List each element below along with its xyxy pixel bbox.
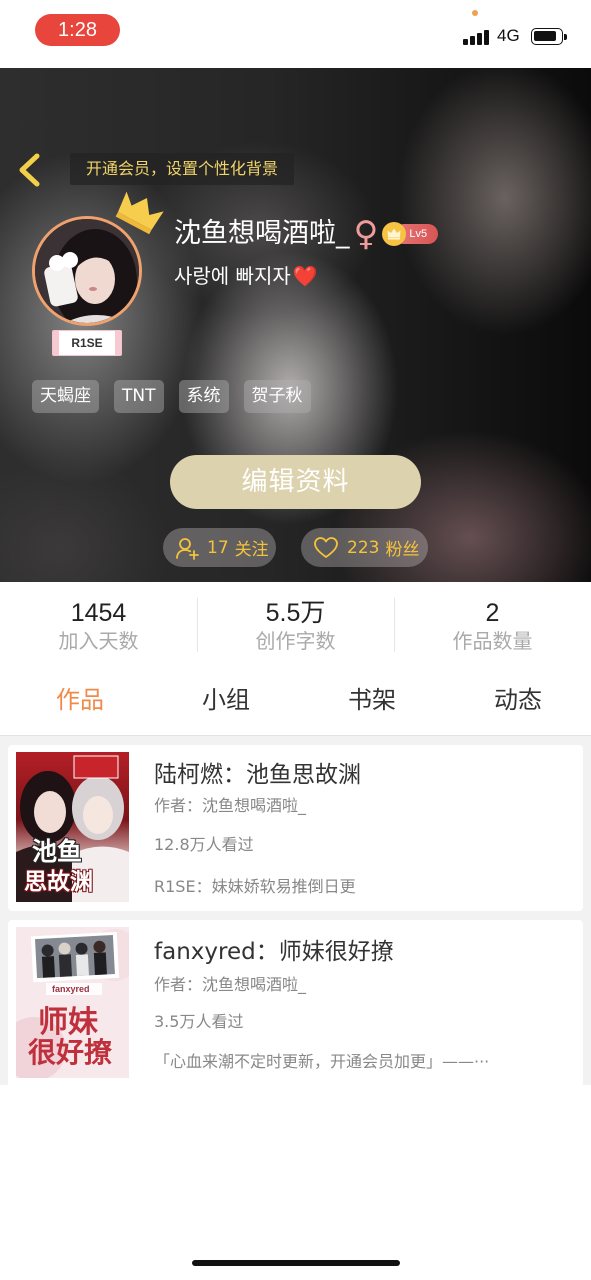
cover-title-line: 思故渊 (24, 869, 93, 895)
work-note: R1SE：妹妹娇软易推倒日更 (154, 877, 356, 896)
user-plus-icon (176, 537, 199, 560)
works-list: 池鱼 思故渊 陆柯燃：池鱼思故渊 作者：沈鱼想喝酒啦_ 12.8万人看过 R1S… (0, 736, 591, 1085)
book-cover[interactable]: 池鱼 思故渊 (16, 752, 129, 902)
stat-value: 2 (485, 599, 500, 627)
cover-ribbon-text: fanxyred (52, 984, 90, 994)
stat-days-joined: 1454 加入天数 (0, 582, 197, 670)
tab-activity[interactable]: 动态 (445, 670, 591, 735)
heart-icon (314, 536, 338, 558)
stat-label: 加入天数 (58, 629, 139, 653)
stat-word-count: 5.5万 创作字数 (197, 582, 394, 670)
name-row: 沈鱼想喝酒啦_ ♀ Lv5 (174, 214, 439, 254)
bio: 사랑에 빠지자 ❤️ (174, 262, 318, 290)
chevron-left-icon (19, 153, 40, 187)
work-author: 作者：沈鱼想喝酒啦_ (154, 796, 307, 815)
battery-icon (531, 28, 567, 45)
tab-groups[interactable]: 小组 (153, 670, 299, 735)
back-button[interactable] (16, 152, 44, 188)
bio-text: 사랑에 빠지자 (174, 264, 291, 288)
stat-works-count: 2 作品数量 (394, 582, 591, 670)
book-cover[interactable]: fanxyred 师妹 很好撩 (16, 927, 129, 1078)
heart-emoji-icon: ❤️ (292, 264, 318, 288)
network-type: 4G (497, 26, 520, 45)
stat-label: 作品数量 (452, 629, 533, 653)
followers-button[interactable]: 223 粉丝 (301, 528, 428, 567)
following-count: 17 (207, 537, 229, 558)
signal-icon (463, 28, 491, 45)
tag[interactable]: 天蝎座 (32, 380, 99, 413)
time-pill: 1:28 (35, 14, 120, 46)
tab-bookshelf[interactable]: 书架 (299, 670, 445, 735)
work-views: 12.8万人看过 (154, 835, 254, 854)
tag[interactable]: 系统 (178, 380, 229, 413)
following-button[interactable]: 17 关注 (163, 528, 276, 567)
stat-value: 5.5万 (265, 599, 326, 627)
female-icon: ♀ (353, 214, 379, 254)
work-card[interactable]: 池鱼 思故渊 陆柯燃：池鱼思故渊 作者：沈鱼想喝酒啦_ 12.8万人看过 R1S… (8, 745, 583, 911)
work-title[interactable]: fanxyred：师妹很好撩 (154, 937, 394, 967)
stats-row: 1454 加入天数 5.5万 创作字数 2 作品数量 (0, 582, 591, 670)
clock-time: 1:28 (58, 19, 97, 41)
username: 沈鱼想喝酒啦_ (174, 218, 350, 249)
stat-label: 创作字数 (255, 629, 336, 653)
level-crown-icon (382, 222, 407, 246)
level-badge[interactable]: Lv5 (382, 222, 439, 246)
tag[interactable]: TNT (114, 380, 164, 413)
tab-works[interactable]: 作品 (7, 670, 153, 735)
status-bar: 1:28 4G (0, 0, 591, 68)
profile-header: 开通会员，设置个性化背景 R1SE 沈鱼想喝酒啦_ ♀ Lv5 사랑에 빠지자 … (0, 68, 591, 582)
cover-title-line: 很好撩 (28, 1036, 113, 1069)
vip-background-banner[interactable]: 开通会员，设置个性化背景 (70, 153, 295, 185)
followers-label: 粉丝 (385, 540, 420, 560)
profile-tabs: 作品 小组 书架 动态 (7, 670, 591, 735)
work-card[interactable]: fanxyred 师妹 很好撩 fanxyred：师妹很好撩 作者：沈鱼想喝酒啦… (8, 920, 583, 1085)
crown-icon (115, 191, 164, 235)
edit-profile-button[interactable]: 编辑资料 (170, 455, 421, 509)
home-indicator[interactable] (192, 1260, 400, 1266)
stat-value: 1454 (70, 599, 127, 627)
work-author: 作者：沈鱼想喝酒啦_ (154, 975, 307, 994)
avatar-badge[interactable]: R1SE (52, 330, 122, 356)
followers-count: 223 (347, 537, 380, 558)
tag-list: 天蝎座 TNT 系统 贺子秋 (32, 380, 311, 413)
activity-dot-icon (472, 10, 478, 16)
following-label: 关注 (234, 540, 269, 560)
work-note: 「心血来潮不定时更新，开通会员加更」——··· (154, 1052, 490, 1071)
work-title[interactable]: 陆柯燃：池鱼思故渊 (154, 760, 361, 790)
tag[interactable]: 贺子秋 (243, 380, 311, 413)
work-views: 3.5万人看过 (154, 1012, 244, 1031)
